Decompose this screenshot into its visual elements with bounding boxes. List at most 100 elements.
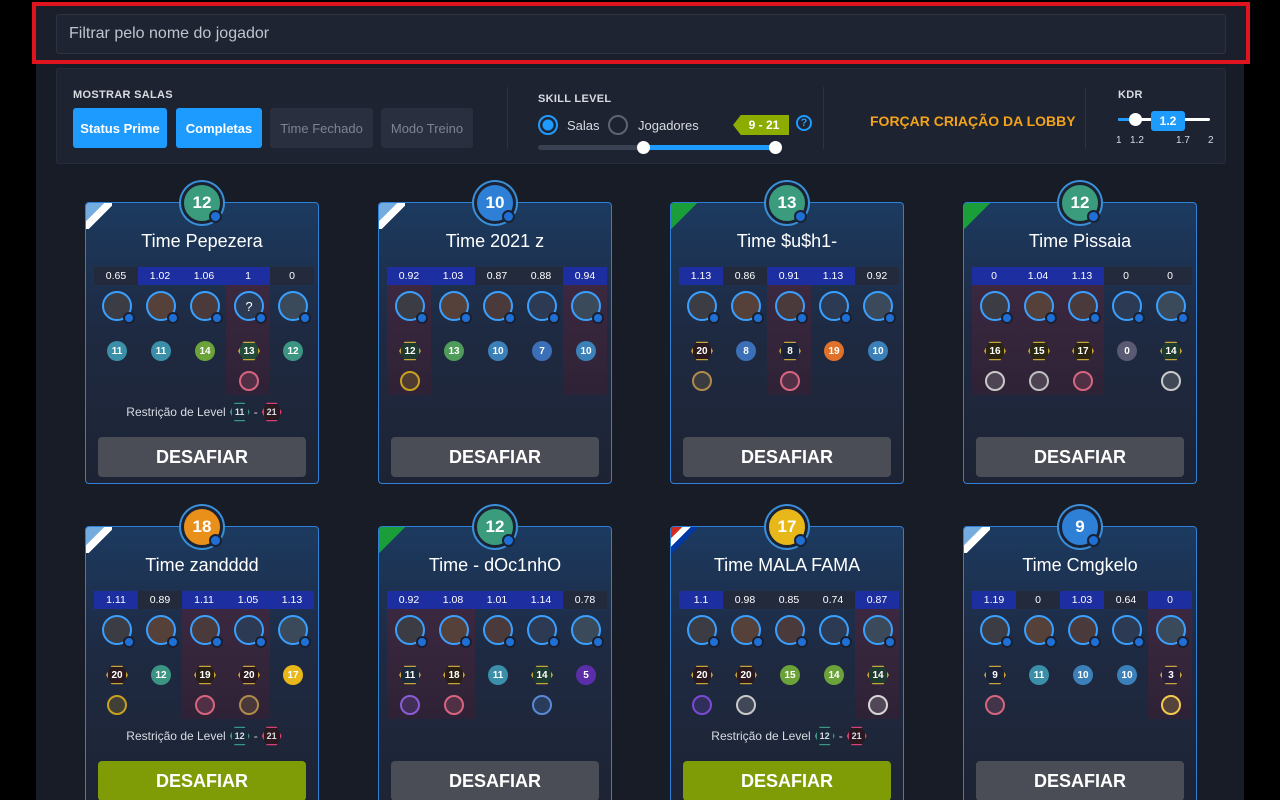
player-slot[interactable]: 14: [1148, 285, 1192, 395]
player-avatar[interactable]: [819, 615, 852, 648]
player-slot[interactable]: 10: [855, 285, 899, 395]
help-icon[interactable]: ?: [796, 115, 812, 131]
player-slot[interactable]: 14: [519, 609, 563, 719]
player-slot[interactable]: 12: [270, 285, 314, 395]
player-slot[interactable]: 5: [563, 609, 607, 719]
player-avatar[interactable]: [687, 291, 720, 324]
player-slot[interactable]: 8: [723, 285, 767, 395]
player-slot[interactable]: 14: [811, 609, 855, 719]
player-avatar[interactable]: [395, 291, 428, 324]
player-slot[interactable]: 20: [723, 609, 767, 719]
player-avatar[interactable]: [146, 291, 179, 324]
challenge-button[interactable]: DESAFIAR: [683, 761, 891, 800]
player-avatar[interactable]: [439, 615, 472, 648]
player-slot[interactable]: 0: [1104, 285, 1148, 395]
player-avatar[interactable]: [278, 291, 311, 324]
player-avatar[interactable]: [483, 291, 516, 324]
challenge-button[interactable]: DESAFIAR: [391, 437, 599, 477]
player-avatar[interactable]: [439, 291, 472, 324]
player-avatar[interactable]: [102, 291, 135, 324]
player-avatar[interactable]: [1112, 615, 1145, 648]
challenge-button[interactable]: DESAFIAR: [976, 761, 1184, 800]
player-avatar[interactable]: [775, 615, 808, 648]
player-slot[interactable]: 19: [182, 609, 226, 719]
player-slot[interactable]: 17: [270, 609, 314, 719]
player-slot[interactable]: 9: [972, 609, 1016, 719]
player-slot[interactable]: 11: [387, 609, 431, 719]
player-slot[interactable]: 13: [431, 285, 475, 395]
chip-time-fechado[interactable]: Time Fechado: [270, 108, 373, 148]
player-slot[interactable]: 8: [767, 285, 811, 395]
player-slot[interactable]: 15: [767, 609, 811, 719]
skill-slider-min-handle[interactable]: [637, 141, 650, 154]
chip-status-prime[interactable]: Status Prime: [73, 108, 167, 148]
player-avatar[interactable]: [190, 291, 223, 324]
challenge-button[interactable]: DESAFIAR: [98, 437, 306, 477]
player-avatar[interactable]: [571, 291, 604, 324]
player-slot[interactable]: ? 13: [226, 285, 270, 395]
player-avatar[interactable]: [395, 615, 428, 648]
challenge-button[interactable]: DESAFIAR: [98, 761, 306, 800]
player-slot[interactable]: 7: [519, 285, 563, 395]
player-slot[interactable]: 16: [972, 285, 1016, 395]
player-avatar[interactable]: [863, 291, 896, 324]
player-slot[interactable]: 10: [475, 285, 519, 395]
player-slot[interactable]: 3: [1148, 609, 1192, 719]
player-avatar[interactable]: [483, 615, 516, 648]
player-avatar[interactable]: [731, 615, 764, 648]
challenge-button[interactable]: DESAFIAR: [391, 761, 599, 800]
player-avatar[interactable]: [571, 615, 604, 648]
player-avatar[interactable]: [1156, 291, 1189, 324]
player-slot[interactable]: 11: [138, 285, 182, 395]
skill-slider-max-handle[interactable]: [769, 141, 782, 154]
player-avatar[interactable]: [1068, 615, 1101, 648]
force-lobby-button[interactable]: FORÇAR CRIAÇÃO DA LOBBY: [870, 113, 1076, 129]
player-slot[interactable]: 11: [475, 609, 519, 719]
player-slot[interactable]: 20: [226, 609, 270, 719]
player-slot[interactable]: 11: [1016, 609, 1060, 719]
chip-completas[interactable]: Completas: [176, 108, 262, 148]
player-slot[interactable]: 15: [1016, 285, 1060, 395]
challenge-button[interactable]: DESAFIAR: [976, 437, 1184, 477]
player-avatar[interactable]: [102, 615, 135, 648]
radio-jogadores[interactable]: [608, 115, 628, 135]
radio-salas[interactable]: [538, 115, 558, 135]
player-slot[interactable]: 12: [387, 285, 431, 395]
player-avatar[interactable]: [527, 291, 560, 324]
player-avatar[interactable]: [234, 615, 267, 648]
challenge-button[interactable]: DESAFIAR: [683, 437, 891, 477]
player-avatar[interactable]: [278, 615, 311, 648]
player-avatar[interactable]: ?: [234, 291, 267, 324]
player-slot[interactable]: 17: [1060, 285, 1104, 395]
chip-modo-treino[interactable]: Modo Treino: [381, 108, 473, 148]
player-avatar[interactable]: [1024, 615, 1057, 648]
player-avatar[interactable]: [527, 615, 560, 648]
player-avatar[interactable]: [775, 291, 808, 324]
player-avatar[interactable]: [1024, 291, 1057, 324]
player-slot[interactable]: 19: [811, 285, 855, 395]
player-avatar[interactable]: [819, 291, 852, 324]
player-avatar[interactable]: [146, 615, 179, 648]
kdr-slider-handle[interactable]: [1129, 113, 1142, 126]
player-avatar[interactable]: [980, 291, 1013, 324]
player-slot[interactable]: 11: [94, 285, 138, 395]
player-slot[interactable]: 14: [182, 285, 226, 395]
player-search-input[interactable]: [56, 14, 1226, 54]
player-slot[interactable]: 20: [94, 609, 138, 719]
player-slot[interactable]: 12: [138, 609, 182, 719]
player-slot[interactable]: 14: [855, 609, 899, 719]
player-avatar[interactable]: [1068, 291, 1101, 324]
player-avatar[interactable]: [190, 615, 223, 648]
player-slot[interactable]: 10: [563, 285, 607, 395]
player-avatar[interactable]: [1112, 291, 1145, 324]
player-slot[interactable]: 20: [679, 609, 723, 719]
player-slot[interactable]: 18: [431, 609, 475, 719]
player-slot[interactable]: 10: [1060, 609, 1104, 719]
player-avatar[interactable]: [980, 615, 1013, 648]
player-avatar[interactable]: [863, 615, 896, 648]
player-slot[interactable]: 10: [1104, 609, 1148, 719]
player-avatar[interactable]: [1156, 615, 1189, 648]
player-slot[interactable]: 20: [679, 285, 723, 395]
player-avatar[interactable]: [731, 291, 764, 324]
player-avatar[interactable]: [687, 615, 720, 648]
